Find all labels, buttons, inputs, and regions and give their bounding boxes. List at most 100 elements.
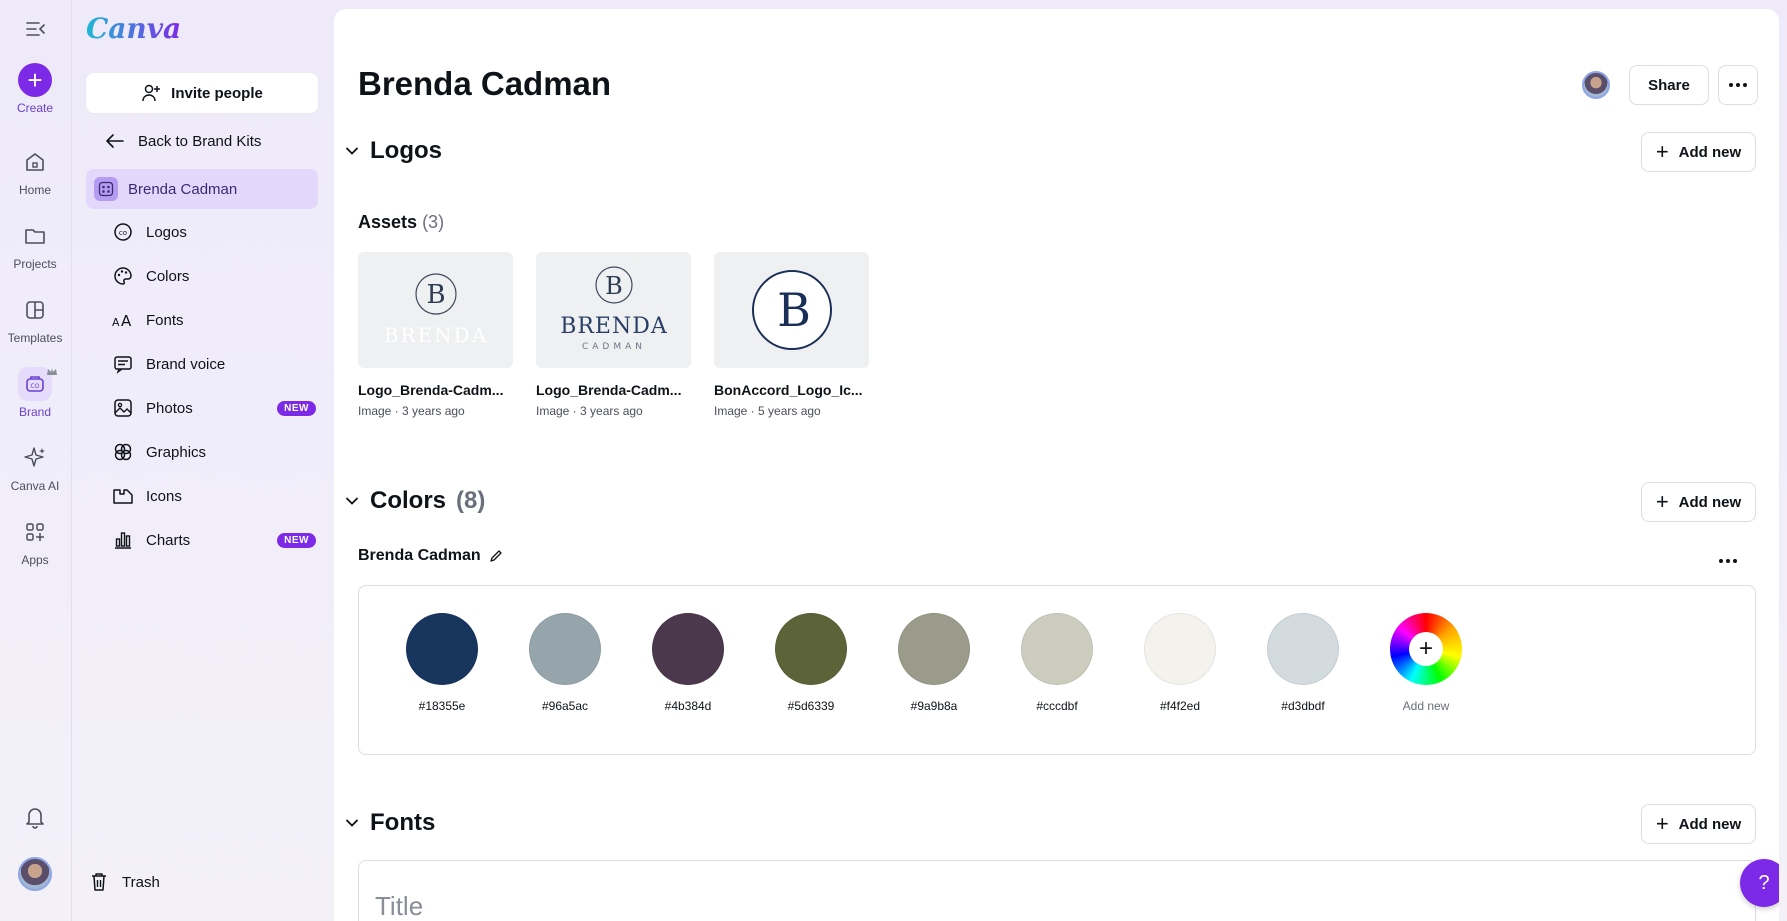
- assets-label: Assets (3): [358, 212, 444, 233]
- left-rail: + Create Home Projects Templates CO Bran…: [0, 0, 72, 921]
- rail-item-canva-ai[interactable]: Canva AI: [0, 441, 70, 493]
- shapes-icon: [112, 441, 134, 463]
- sparkle-icon: [18, 441, 52, 475]
- templates-label: Templates: [7, 331, 63, 345]
- logo-submark: CADMAN: [581, 342, 645, 352]
- color-swatch[interactable]: #4b384d: [638, 613, 738, 713]
- rail-item-projects[interactable]: Projects: [0, 219, 70, 271]
- logos-section-header[interactable]: Logos: [344, 137, 442, 165]
- assets-title: Assets: [358, 212, 418, 232]
- chevron-down-icon: [344, 815, 360, 831]
- swatch-hex: #18355e: [418, 699, 466, 713]
- logo-wordmark: BRENDA: [383, 323, 487, 347]
- sidebar-item-icons[interactable]: Icons: [110, 474, 318, 518]
- sidebar-item-colors[interactable]: Colors: [110, 254, 318, 298]
- collapse-menu-icon[interactable]: [24, 18, 48, 40]
- back-to-brand-kits-link[interactable]: Back to Brand Kits: [86, 125, 318, 157]
- plus-icon: +: [1409, 632, 1443, 666]
- page-title: Brenda Cadman: [358, 65, 612, 102]
- logo-thumbnail: B: [714, 252, 869, 368]
- trash-icon: [92, 873, 106, 891]
- color-swatch[interactable]: #cccdbf: [1007, 613, 1107, 713]
- sidebar-item-brand-kit[interactable]: Brenda Cadman: [86, 169, 318, 209]
- apps-icon: [18, 515, 52, 549]
- rail-item-brand[interactable]: CO Brand: [0, 367, 70, 419]
- svg-text:A: A: [112, 316, 120, 329]
- collaborator-avatar[interactable]: [1582, 71, 1610, 99]
- logo-wordmark: BRENDA: [560, 314, 668, 339]
- chart-icon: [112, 529, 134, 551]
- palette-more-button[interactable]: [1714, 549, 1742, 573]
- swatch-dot: [775, 613, 847, 685]
- sidebar-item-logos[interactable]: co Logos: [110, 210, 318, 254]
- add-color-swatch[interactable]: + Add new: [1376, 613, 1476, 713]
- canva-logo[interactable]: Canva: [86, 12, 181, 45]
- fonts-section-header[interactable]: Fonts: [344, 809, 435, 837]
- asset-meta: Image · 3 years ago: [536, 404, 643, 418]
- color-swatch[interactable]: #9a9b8a: [884, 613, 984, 713]
- swatch-dot: [1144, 613, 1216, 685]
- more-horizontal-icon: [1729, 83, 1747, 87]
- plus-icon: +: [1655, 139, 1669, 164]
- asset-name: BonAccord_Logo_Ic...: [714, 382, 863, 398]
- invite-people-button[interactable]: Invite people: [86, 73, 318, 113]
- invite-label: Invite people: [171, 84, 263, 102]
- add-new-logo-button[interactable]: + Add new: [1641, 132, 1756, 172]
- user-avatar[interactable]: [18, 857, 52, 891]
- brand-label: Brand: [18, 405, 52, 419]
- share-button[interactable]: Share: [1629, 65, 1709, 105]
- sidebar-item-charts[interactable]: Charts NEW: [110, 518, 318, 562]
- message-icon: [112, 353, 134, 375]
- asset-meta: Image · 5 years ago: [714, 404, 821, 418]
- colors-section-header[interactable]: Colors (8): [344, 487, 485, 515]
- add-new-font-button[interactable]: + Add new: [1641, 804, 1756, 844]
- create-button[interactable]: + Create: [0, 63, 70, 115]
- section-title: Fonts: [370, 809, 436, 836]
- more-horizontal-icon: [1719, 559, 1737, 563]
- logo-thumbnail: B BRENDA CADMAN: [536, 252, 691, 368]
- logo-initial: B: [426, 280, 445, 310]
- image-icon: [112, 397, 134, 419]
- logo-asset-card[interactable]: B BonAccord_Logo_Ic... Image · 5 years a…: [714, 252, 869, 418]
- sidebar-item-label: Photos: [146, 399, 193, 417]
- rail-item-home[interactable]: Home: [0, 145, 70, 197]
- sidebar-item-fonts[interactable]: AA Fonts: [110, 298, 318, 342]
- logo-initial: B: [777, 283, 811, 337]
- swatch-hex: #d3dbdf: [1281, 699, 1325, 713]
- home-icon: [18, 145, 52, 179]
- sidebar-item-brand-voice[interactable]: Brand voice: [110, 342, 318, 386]
- sidebar-item-graphics[interactable]: Graphics: [110, 430, 318, 474]
- sidebar-item-label: Graphics: [146, 443, 207, 461]
- home-label: Home: [18, 183, 51, 197]
- sidebar-item-photos[interactable]: Photos NEW: [110, 386, 318, 430]
- bell-icon[interactable]: [22, 804, 48, 830]
- color-swatch[interactable]: #d3dbdf: [1253, 613, 1353, 713]
- sidebar-item-label: Fonts: [146, 311, 184, 329]
- palette-name[interactable]: Brenda Cadman: [358, 547, 503, 565]
- asset-meta: Image · 3 years ago: [358, 404, 465, 418]
- icons-icon: [112, 485, 134, 507]
- brand-kit-icon: [94, 177, 118, 201]
- create-label: Create: [16, 101, 54, 115]
- color-swatch[interactable]: #5d6339: [761, 613, 861, 713]
- add-new-color-button[interactable]: + Add new: [1641, 482, 1756, 522]
- asset-name: Logo_Brenda-Cadm...: [358, 382, 504, 398]
- more-options-button[interactable]: [1718, 65, 1758, 105]
- color-swatch[interactable]: #f4f2ed: [1130, 613, 1230, 713]
- trash-link[interactable]: Trash: [90, 872, 160, 892]
- font-style-card[interactable]: Title: [358, 860, 1756, 921]
- rail-item-apps[interactable]: Apps: [0, 515, 70, 567]
- pencil-icon[interactable]: [489, 549, 503, 563]
- section-title: Logos: [370, 137, 442, 164]
- logo-asset-card[interactable]: B BRENDA CADMAN Logo_Brenda-Cadm... Imag…: [536, 252, 691, 418]
- templates-icon: [18, 293, 52, 327]
- swatch-dot: [1021, 613, 1093, 685]
- color-swatch[interactable]: #18355e: [392, 613, 492, 713]
- swatch-dot: [652, 613, 724, 685]
- color-swatch[interactable]: #96a5ac: [515, 613, 615, 713]
- assets-count: (3): [422, 212, 445, 232]
- logo-asset-card[interactable]: B BRENDA Logo_Brenda-Cadm... Image · 3 y…: [358, 252, 513, 418]
- rail-item-templates[interactable]: Templates: [0, 293, 70, 345]
- logo-thumbnail: B BRENDA: [358, 252, 513, 368]
- back-label: Back to Brand Kits: [138, 132, 262, 150]
